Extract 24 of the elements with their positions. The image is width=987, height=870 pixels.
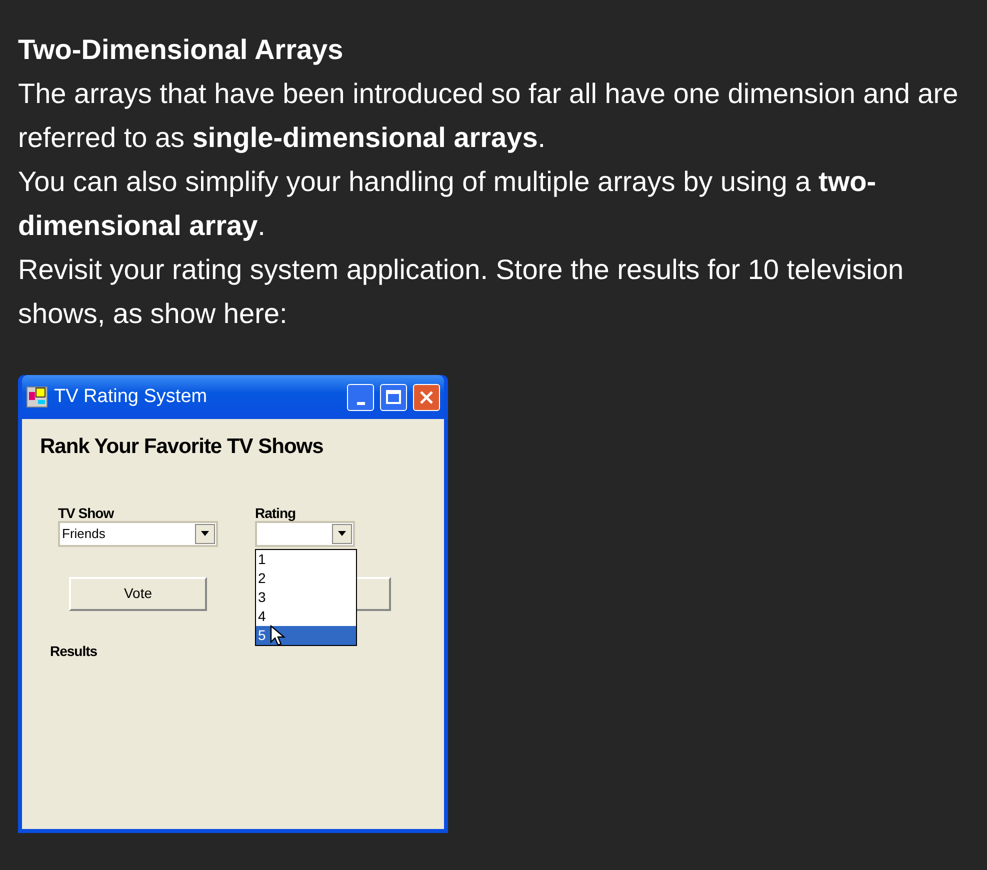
- dropdown-option[interactable]: 3: [256, 588, 356, 606]
- close-button[interactable]: [413, 384, 440, 410]
- field-label: Rating: [255, 504, 297, 520]
- window-title: TV Rating System: [54, 384, 208, 409]
- minimize-button[interactable]: [347, 384, 374, 410]
- dropdown-arrow-icon: [201, 531, 209, 536]
- vote-button[interactable]: Vote: [69, 576, 207, 610]
- dropdown-option[interactable]: 1: [256, 550, 356, 568]
- slide-heading: Two-Dimensional Arrays: [18, 33, 344, 67]
- rating-combo-box[interactable]: [255, 520, 355, 546]
- app-icon: [26, 386, 48, 408]
- form-heading: Rank Your Favorite TV Shows: [40, 434, 324, 460]
- maximize-button[interactable]: [380, 384, 407, 410]
- dropdown-option[interactable]: 4: [256, 606, 356, 626]
- results-label: Results: [50, 642, 98, 660]
- paragraph: The arrays that have been introduced so far all have one dimension and are referred to as single-dimensional arrays.: [18, 77, 960, 155]
- dropdown-option[interactable]: 2: [256, 568, 356, 588]
- dropdown-arrow-icon: [338, 531, 346, 536]
- show-combo-box[interactable]: Friends: [58, 520, 218, 546]
- paragraph: You can also simplify your handling of multiple arrays by using a two-dimensional array.: [18, 165, 878, 243]
- field-label: TV Show: [58, 504, 116, 520]
- close-icon: [419, 390, 434, 404]
- paragraph: Revisit your rating system application. Store the results for 10 television shows, as show here:: [18, 253, 905, 331]
- dropdown-option[interactable]: 5: [256, 626, 356, 644]
